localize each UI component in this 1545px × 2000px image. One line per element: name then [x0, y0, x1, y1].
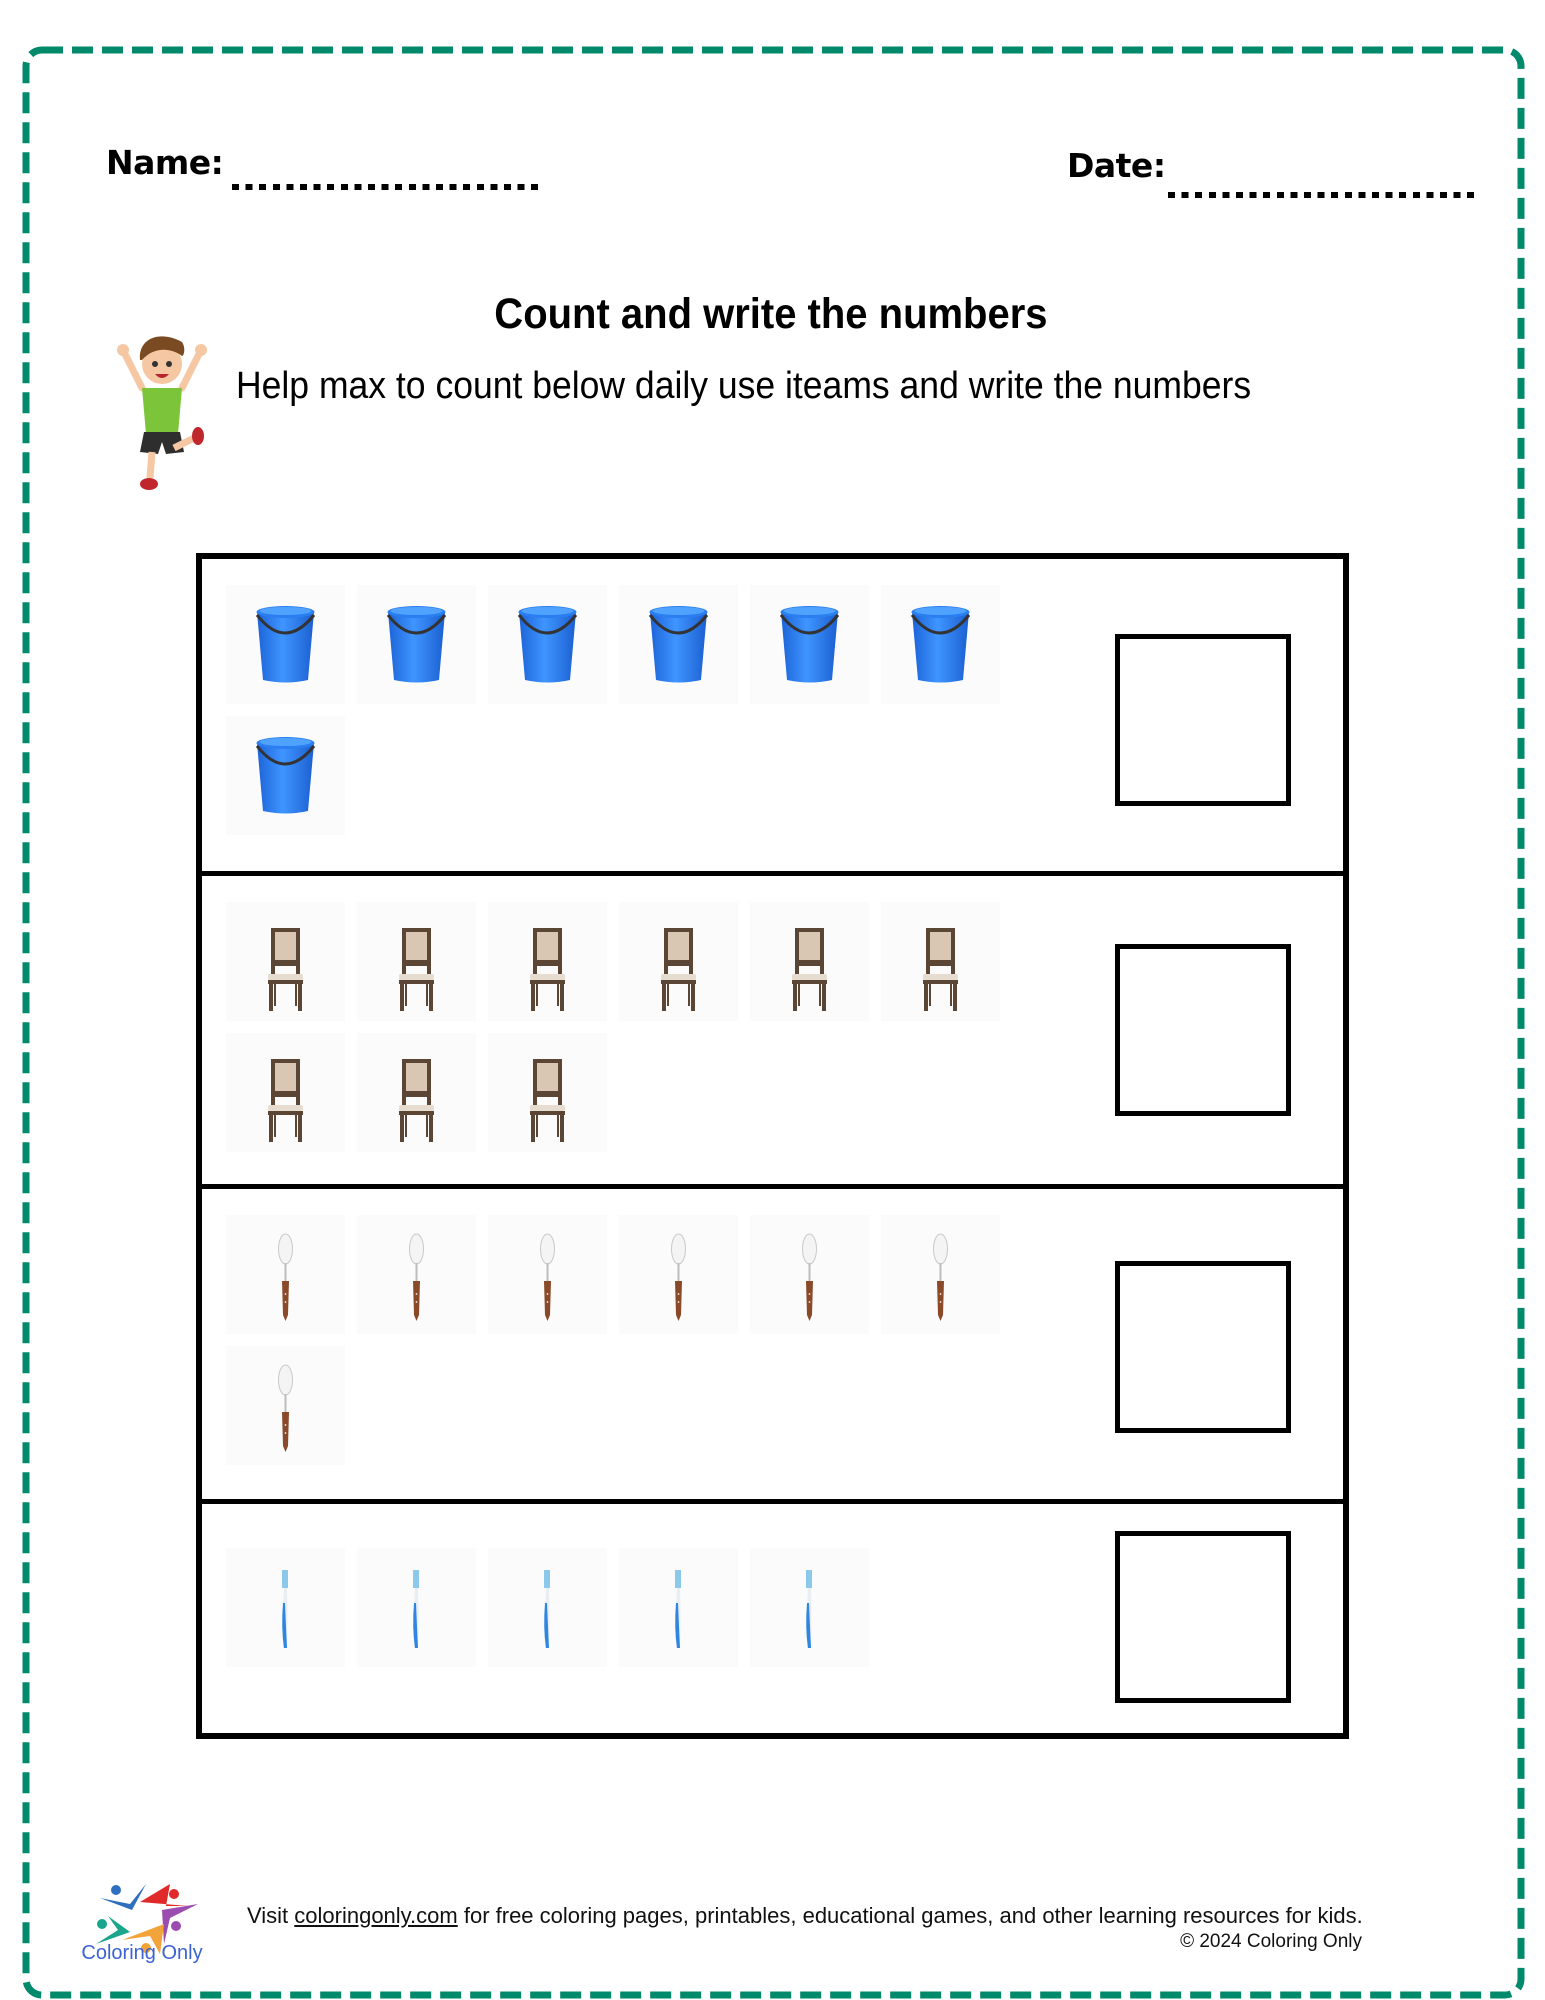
date-input-line[interactable] — [1168, 192, 1478, 198]
spoon-icon — [226, 1346, 345, 1465]
chair-icon — [488, 902, 607, 1021]
coloringonly-link[interactable]: coloringonly.com — [294, 1903, 457, 1928]
spoon-icon — [750, 1215, 869, 1334]
logo-text: Coloring Only — [81, 1942, 203, 1964]
toothbrush-icon — [750, 1548, 869, 1667]
count-row-spoon — [196, 1184, 1349, 1499]
toothbrush-icon — [226, 1548, 345, 1667]
chair-icon — [881, 902, 1000, 1021]
bucket-icon — [226, 716, 345, 835]
chair-icon — [226, 1033, 345, 1152]
bucket-icon — [488, 585, 607, 704]
answer-box-spoon[interactable] — [1115, 1261, 1291, 1433]
mascot-boy-icon — [117, 336, 207, 490]
chair-icon — [619, 902, 738, 1021]
spoon-icon — [619, 1215, 738, 1334]
count-row-toothbrush — [196, 1499, 1349, 1739]
bucket-icon — [226, 585, 345, 704]
count-row-bucket — [196, 553, 1349, 871]
bucket-icon — [357, 585, 476, 704]
instructions-text: Help max to count below daily use iteams… — [236, 365, 1252, 407]
footer-text: Visit coloringonly.com for free coloring… — [247, 1900, 1417, 1931]
answer-box-bucket[interactable] — [1115, 634, 1291, 806]
count-row-chair — [196, 871, 1349, 1184]
bucket-icon — [750, 585, 869, 704]
toothbrush-icon — [357, 1548, 476, 1667]
toothbrush-icon — [619, 1548, 738, 1667]
spoon-icon — [357, 1215, 476, 1334]
answer-box-chair[interactable] — [1115, 944, 1291, 1116]
date-label: Date: — [1067, 146, 1166, 185]
chair-icon — [357, 902, 476, 1021]
footer-visit-suffix: for free coloring pages, printables, edu… — [457, 1903, 1363, 1928]
toothbrush-icon — [488, 1548, 607, 1667]
chair-icon — [750, 902, 869, 1021]
spoon-icon — [488, 1215, 607, 1334]
answer-box-toothbrush[interactable] — [1115, 1531, 1291, 1703]
bucket-icon — [619, 585, 738, 704]
name-input-line[interactable] — [232, 184, 542, 190]
footer-visit-prefix: Visit — [247, 1903, 295, 1928]
chair-icon — [226, 902, 345, 1021]
chair-icon — [488, 1033, 607, 1152]
counting-table — [196, 553, 1349, 1739]
spoon-icon — [226, 1215, 345, 1334]
chair-icon — [357, 1033, 476, 1152]
spoon-icon — [881, 1215, 1000, 1334]
bucket-icon — [881, 585, 1000, 704]
copyright-text: © 2024 Coloring Only — [1180, 1931, 1362, 1952]
name-label: Name: — [106, 143, 224, 182]
worksheet-title: Count and write the numbers — [494, 290, 1048, 338]
